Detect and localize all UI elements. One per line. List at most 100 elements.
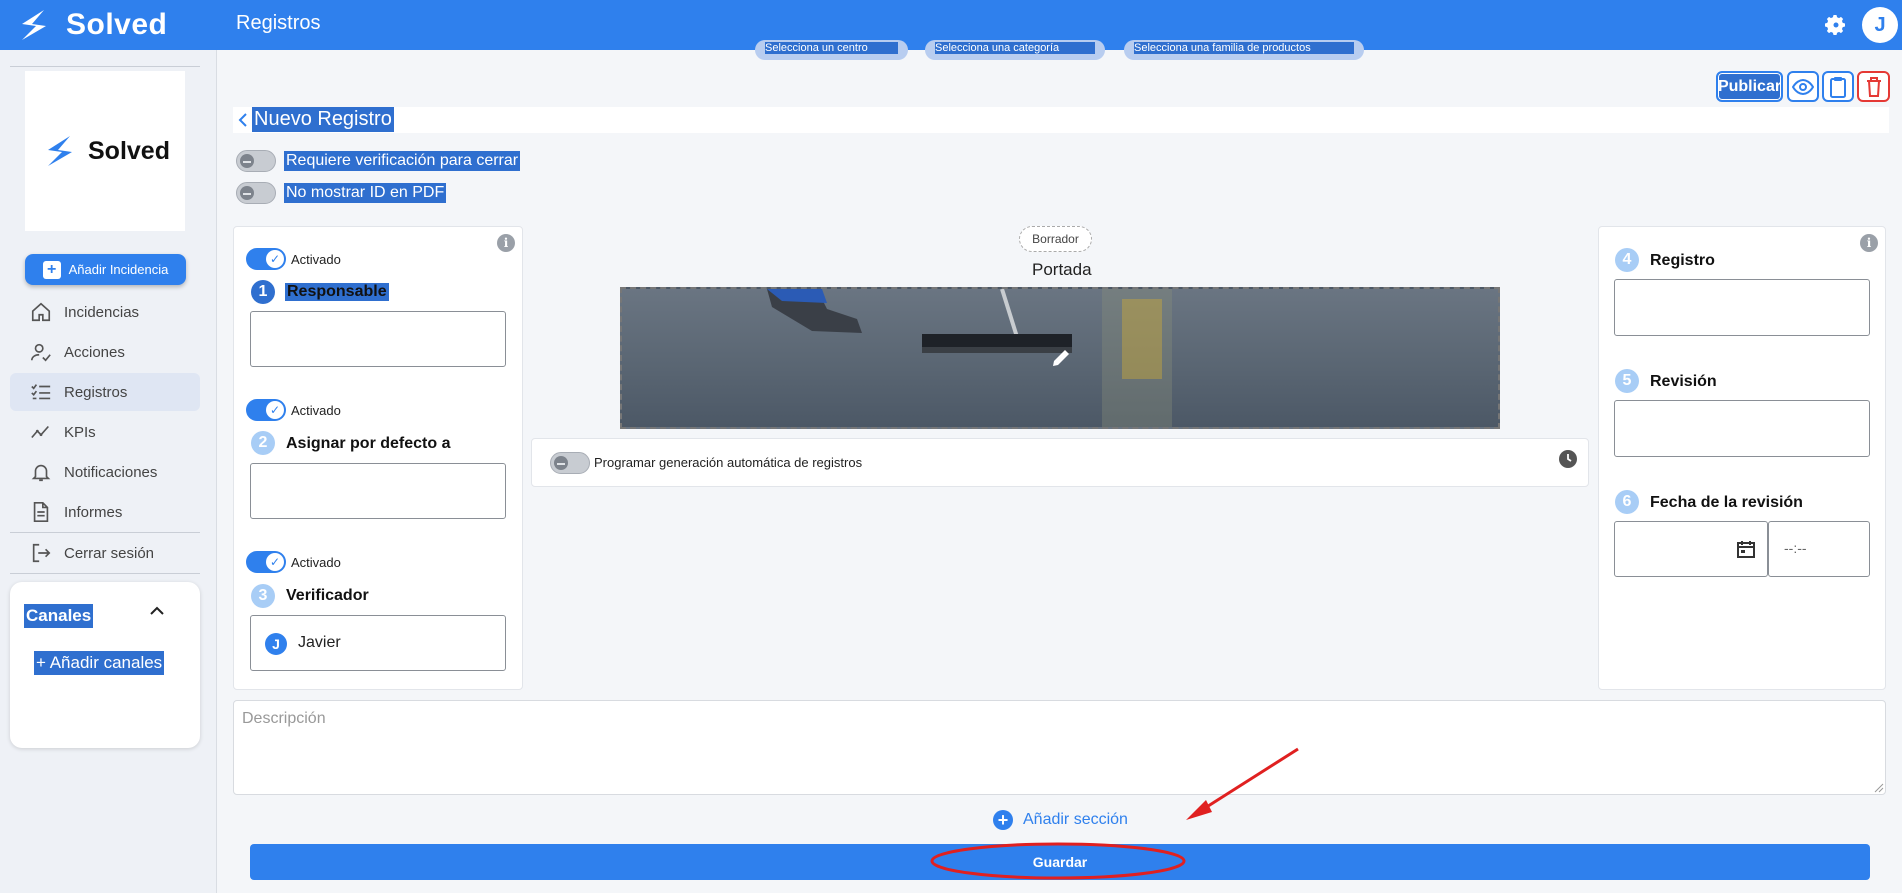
- plus-circle-icon: +: [993, 810, 1013, 830]
- document-icon: [33, 502, 49, 522]
- default-assignee-field[interactable]: [250, 463, 506, 519]
- sidebar-item-label: Notificaciones: [64, 463, 158, 481]
- cover-image[interactable]: [620, 287, 1500, 429]
- chevron-left-icon[interactable]: [236, 110, 250, 130]
- trend-icon: [31, 425, 49, 439]
- sidebar-item-label: Registros: [64, 383, 128, 401]
- step-number: 6: [1615, 490, 1639, 514]
- add-incident-label: Añadir Incidencia: [68, 262, 169, 277]
- info-icon[interactable]: i: [497, 234, 515, 252]
- registro-field[interactable]: [1614, 279, 1870, 336]
- home-icon: [31, 302, 51, 322]
- add-channels-link[interactable]: + Añadir canales: [34, 651, 165, 675]
- step-title: Fecha de la revisión: [1650, 494, 1803, 511]
- review-time-field[interactable]: --:--: [1768, 521, 1870, 577]
- channels-title[interactable]: Canales: [24, 604, 94, 628]
- category-filter[interactable]: Selecciona una categoría: [925, 40, 1105, 60]
- page-heading: Registros: [236, 12, 321, 34]
- sidebar-item-acciones[interactable]: Acciones: [10, 333, 200, 371]
- step-number: 1: [251, 280, 275, 304]
- company-logo: Solved: [25, 71, 185, 231]
- cover-label: Portada: [1032, 260, 1092, 279]
- calendar-icon[interactable]: [1736, 539, 1756, 559]
- sidebar-item-kpis[interactable]: KPIs: [10, 413, 200, 451]
- plus-icon: +: [42, 260, 61, 279]
- step-number: 4: [1615, 248, 1639, 272]
- form-title: Nuevo Registro: [252, 107, 394, 132]
- solved-logo-icon: [22, 10, 46, 40]
- clock-icon[interactable]: [1558, 449, 1578, 469]
- step-title: Responsable: [285, 283, 389, 301]
- brand-name: Solved: [66, 8, 168, 41]
- user-check-icon: [31, 343, 51, 362]
- toggle-label: Requiere verificación para cerrar: [284, 151, 521, 171]
- description-textarea[interactable]: [233, 700, 1886, 795]
- bell-icon: [31, 464, 51, 482]
- toggle-label: No mostrar ID en PDF: [284, 183, 447, 203]
- logout-icon: [32, 543, 51, 563]
- publish-button[interactable]: Publicar: [1716, 71, 1783, 102]
- center-filter[interactable]: Selecciona un centro: [755, 40, 908, 60]
- info-icon[interactable]: i: [1860, 234, 1878, 252]
- avatar: J: [265, 633, 287, 655]
- step-number: 5: [1615, 369, 1639, 393]
- step-title: Registro: [1650, 252, 1715, 269]
- schedule-toggle[interactable]: [550, 452, 590, 474]
- step-title: Verificador: [286, 587, 369, 604]
- sidebar-item-notificaciones[interactable]: Notificaciones: [10, 453, 200, 491]
- activated-toggle[interactable]: [246, 399, 286, 421]
- sidebar: Solved + Añadir Incidencia Incidencias A…: [0, 50, 217, 893]
- sidebar-item-label: KPIs: [64, 423, 96, 441]
- step-number: 2: [251, 431, 275, 455]
- sidebar-item-label: Cerrar sesión: [64, 544, 155, 562]
- divider: [10, 532, 200, 533]
- step-title: Revisión: [1650, 373, 1717, 390]
- add-section-button[interactable]: + Añadir sección: [993, 810, 1128, 830]
- solved-logo-icon: [48, 136, 72, 166]
- delete-button[interactable]: [1857, 71, 1890, 102]
- divider: [10, 573, 200, 574]
- eye-icon: [1792, 78, 1814, 95]
- annotation-arrowhead: [1186, 800, 1212, 820]
- sidebar-item-label: Acciones: [64, 343, 125, 361]
- activated-toggle[interactable]: [246, 551, 286, 573]
- revision-field[interactable]: [1614, 400, 1870, 457]
- chevron-up-icon[interactable]: [148, 602, 166, 620]
- activated-toggle[interactable]: [246, 248, 286, 270]
- toggle-switch[interactable]: [236, 182, 276, 204]
- time-placeholder: --:--: [1784, 540, 1807, 556]
- checklist-icon: [31, 384, 51, 400]
- sidebar-item-label: Informes: [64, 503, 123, 521]
- toggle-switch[interactable]: [236, 150, 276, 172]
- description-placeholder: Descripción: [242, 710, 326, 727]
- divider: [10, 66, 200, 67]
- title-strip: [233, 107, 1889, 133]
- activated-label: Activado: [291, 252, 341, 267]
- responsable-field[interactable]: [250, 311, 506, 367]
- clipboard-button[interactable]: [1822, 71, 1854, 102]
- logo-text: Solved: [88, 136, 170, 165]
- trash-icon: [1866, 76, 1881, 97]
- user-avatar[interactable]: J: [1862, 7, 1898, 43]
- add-incident-button[interactable]: + Añadir Incidencia: [25, 254, 186, 285]
- gear-icon[interactable]: [1824, 13, 1848, 37]
- sidebar-item-label: Incidencias: [64, 303, 140, 321]
- add-section-label: Añadir sección: [1023, 811, 1128, 828]
- clipboard-icon: [1830, 76, 1846, 98]
- schedule-label: Programar generación automática de regis…: [594, 455, 863, 470]
- brand[interactable]: Solved: [14, 4, 167, 46]
- preview-button[interactable]: [1787, 71, 1819, 102]
- sidebar-item-cerrar-sesion[interactable]: Cerrar sesión: [10, 534, 200, 572]
- step-number: 3: [251, 584, 275, 608]
- resize-handle-icon[interactable]: [1874, 783, 1884, 793]
- pencil-icon[interactable]: [1050, 347, 1072, 369]
- verifier-field[interactable]: J Javier: [250, 615, 506, 671]
- save-button[interactable]: Guardar: [250, 844, 1870, 880]
- activated-label: Activado: [291, 403, 341, 418]
- product-family-filter[interactable]: Selecciona una familia de productos: [1124, 40, 1364, 60]
- review-date-field[interactable]: [1614, 521, 1768, 577]
- sidebar-item-registros[interactable]: Registros: [10, 373, 200, 411]
- status-badge: Borrador: [1019, 226, 1092, 252]
- sidebar-item-informes[interactable]: Informes: [10, 493, 200, 531]
- sidebar-item-incidencias[interactable]: Incidencias: [10, 293, 200, 331]
